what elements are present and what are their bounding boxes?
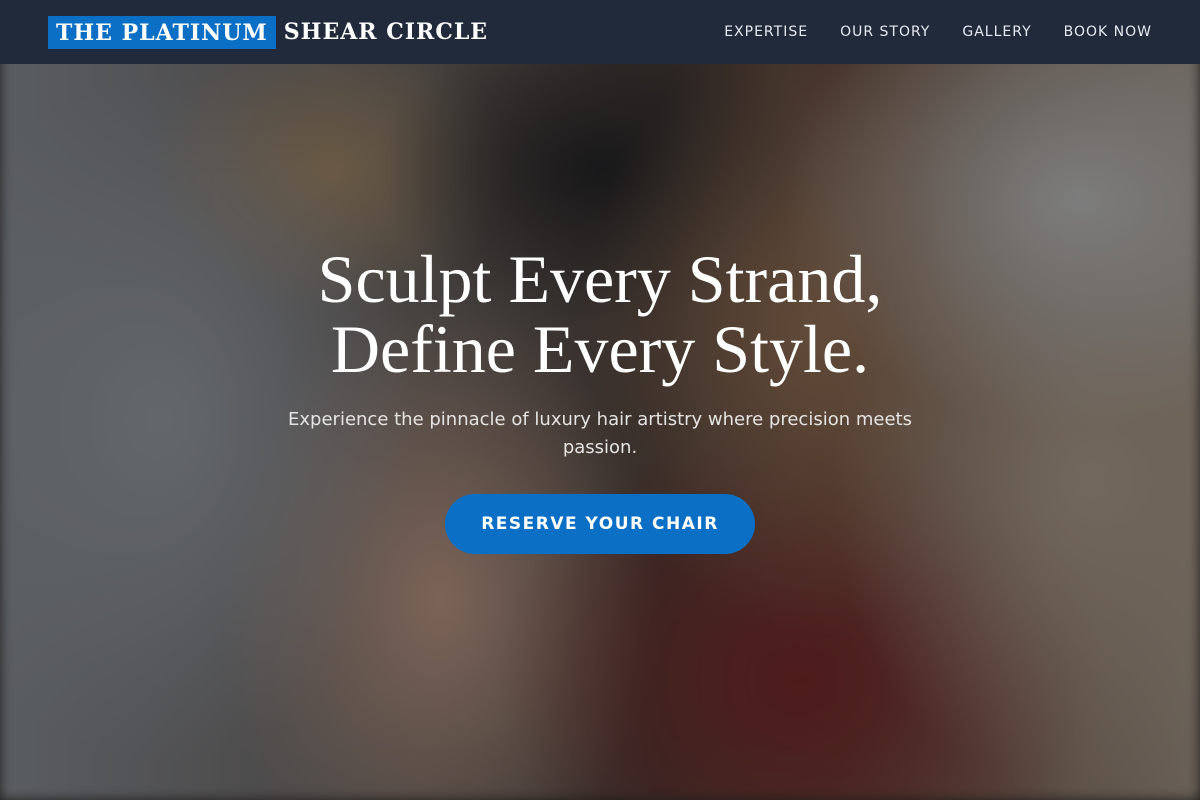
brand-logo[interactable]: THE PLATINUM SHEAR CIRCLE [48,15,489,49]
hero-subtitle: Experience the pinnacle of luxury hair a… [288,409,912,458]
hero-title: Sculpt Every Strand, Define Every Style. [150,244,1050,384]
main-nav: EXPERTISE OUR STORY GALLERY BOOK NOW [724,24,1152,40]
nav-link-our-story[interactable]: OUR STORY [840,24,930,40]
brand-name-rest: SHEAR CIRCLE [283,19,489,45]
nav-link-expertise[interactable]: EXPERTISE [724,24,808,40]
nav-link-book-now[interactable]: BOOK NOW [1064,24,1152,40]
hero-title-line-2: Define Every Style. [330,311,870,387]
landing-page: THE PLATINUM SHEAR CIRCLE EXPERTISE OUR … [0,0,1200,800]
reserve-chair-button[interactable]: RESERVE YOUR CHAIR [445,494,755,554]
top-navbar: THE PLATINUM SHEAR CIRCLE EXPERTISE OUR … [0,0,1200,64]
hero-title-line-1: Sculpt Every Strand, [317,241,883,317]
hero-section: Sculpt Every Strand, Define Every Style.… [0,0,1200,800]
brand-name-highlight: THE PLATINUM [48,15,276,49]
nav-link-gallery[interactable]: GALLERY [962,24,1031,40]
